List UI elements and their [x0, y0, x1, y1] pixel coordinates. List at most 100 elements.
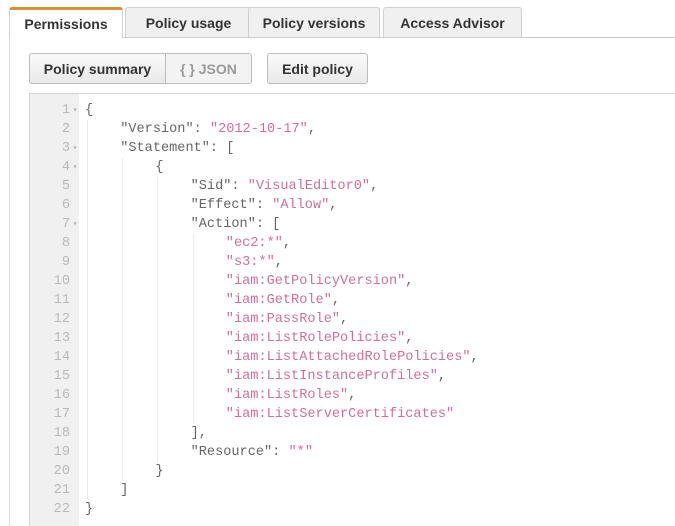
json-punctuation: { [155, 160, 164, 175]
json-punctuation: , [405, 331, 414, 346]
json-punctuation: [ [226, 141, 235, 156]
code-text: "Action": [ [191, 215, 281, 234]
json-string-value: "iam:GetRole" [225, 293, 332, 308]
json-string-value: "iam:GetPolicyVersion" [225, 274, 406, 289]
code-line: 11 "iam:GetRole", [30, 291, 675, 310]
code-text: "Sid": "VisualEditor0", [191, 177, 379, 196]
json-string-value: "*" [288, 445, 313, 460]
code-text: "iam:GetRole", [226, 291, 340, 310]
code-text: } [155, 462, 163, 481]
code-line: 3 ▾ "Statement": [ [30, 139, 675, 158]
json-code-editor[interactable]: 1 ▾{2 "Version": "2012-10-17", 3 ▾ "Statement… [29, 93, 675, 526]
json-punctuation: , [348, 388, 357, 403]
line-number: 14 [53, 350, 70, 365]
json-punctuation: , [329, 198, 338, 213]
code-line: 18], [30, 424, 675, 443]
code-line: 16 "iam:ListRoles", [30, 386, 675, 405]
json-key: "Effect": [190, 198, 273, 213]
json-string-value: "iam:ListRoles" [225, 388, 349, 403]
line-number: 19 [53, 445, 70, 460]
json-string-value: "VisualEditor0" [247, 179, 371, 194]
code-line: 8 "ec2:*", [30, 234, 675, 253]
json-punctuation: ] [120, 483, 129, 498]
panel-left-border [9, 37, 10, 526]
code-text: "Effect": "Allow", [191, 196, 338, 215]
code-text: "ec2:*", [226, 234, 291, 253]
code-text: "iam:ListRolePolicies", [226, 329, 414, 348]
code-line: 4 ▾ { [30, 158, 675, 177]
json-key: "Statement": [120, 141, 227, 156]
line-number: 11 [53, 293, 70, 308]
json-punctuation: , [370, 179, 379, 194]
json-string-value: "iam:ListInstanceProfiles" [225, 369, 438, 384]
code-line: 21] [30, 481, 675, 500]
json-punctuation: , [437, 369, 447, 384]
fold-arrow-icon[interactable]: ▾ [71, 101, 79, 120]
code-text: ], [191, 424, 207, 443]
tab-permissions[interactable]: Permissions [9, 7, 123, 38]
code-text: "s3:*", [226, 253, 283, 272]
line-number: 20 [53, 464, 70, 479]
tab-bar: Permissions Policy usage Policy versions… [9, 7, 675, 38]
code-text: "iam:GetPolicyVersion", [226, 272, 414, 291]
line-number: 7 [61, 217, 70, 232]
json-key: "Version": [120, 122, 210, 137]
json-string-value: "ec2:*" [225, 236, 283, 251]
json-key: "Resource": [190, 445, 289, 460]
json-punctuation: { [85, 103, 94, 118]
json-punctuation: [ [272, 217, 281, 232]
code-text: "iam:ListInstanceProfiles", [226, 367, 446, 386]
line-number: 16 [53, 388, 70, 403]
code-line: 5 "Sid": "VisualEditor0", [30, 177, 675, 196]
json-string-value: "Allow" [272, 198, 330, 213]
line-number: 3 [61, 141, 70, 156]
line-number: 6 [61, 198, 70, 213]
code-line: 20} [30, 462, 675, 481]
json-key: "Action": [190, 217, 273, 232]
json-punctuation: , [340, 312, 349, 327]
json-punctuation: ], [190, 426, 207, 441]
line-number: 18 [53, 426, 70, 441]
code-text: "iam:ListAttachedRolePolicies", [226, 348, 479, 367]
line-number: 9 [61, 255, 70, 270]
code-line: 17 "iam:ListServerCertificates" [30, 405, 675, 424]
json-punctuation: , [282, 236, 292, 251]
code-text: } [85, 500, 93, 519]
json-string-value: "iam:PassRole" [225, 312, 341, 327]
code-text: "iam:PassRole", [226, 310, 348, 329]
code-text: "Version": "2012-10-17", [120, 120, 316, 139]
json-punctuation: , [331, 293, 341, 308]
code-line: 9 "s3:*", [30, 253, 675, 272]
fold-arrow-icon[interactable]: ▾ [71, 215, 79, 234]
code-text: { [85, 101, 93, 120]
json-string-value: "iam:ListAttachedRolePolicies" [225, 350, 471, 365]
json-string-value: "2012-10-17" [209, 122, 308, 137]
code-line: 10 "iam:GetPolicyVersion", [30, 272, 675, 291]
policy-summary-button[interactable]: Policy summary [29, 53, 166, 84]
line-number: 4 [61, 160, 70, 175]
code-line: 15 "iam:ListInstanceProfiles", [30, 367, 675, 386]
code-line: 1 ▾ { [30, 101, 675, 120]
code-text: "iam:ListServerCertificates" [226, 405, 454, 424]
json-punctuation: , [405, 274, 414, 289]
line-number: 8 [61, 236, 70, 251]
json-view-button[interactable]: { } JSON [166, 53, 252, 84]
code-text: ] [120, 481, 128, 500]
json-string-value: "s3:*" [225, 255, 275, 270]
line-number: 13 [53, 331, 70, 346]
code-text: "Resource": "*" [191, 443, 313, 462]
fold-arrow-icon[interactable]: ▾ [71, 158, 79, 177]
line-number: 21 [53, 483, 70, 498]
code-line: 6 "Effect": "Allow", [30, 196, 675, 215]
code-line: 22} [30, 500, 675, 519]
code-line: 14 "iam:ListAttachedRolePolicies", [30, 348, 675, 367]
code-text: "iam:ListRoles", [226, 386, 357, 405]
json-string-value: "iam:ListRolePolicies" [225, 331, 406, 346]
fold-arrow-icon[interactable]: ▾ [71, 139, 79, 158]
code-line: 19 "Resource": "*" [30, 443, 675, 462]
line-number: 1 [61, 103, 70, 118]
edit-policy-button[interactable]: Edit policy [267, 53, 368, 84]
tab-policy-usage[interactable]: Policy usage [125, 7, 252, 37]
tab-policy-versions[interactable]: Policy versions [248, 7, 380, 37]
tab-access-advisor[interactable]: Access Advisor [383, 7, 522, 37]
